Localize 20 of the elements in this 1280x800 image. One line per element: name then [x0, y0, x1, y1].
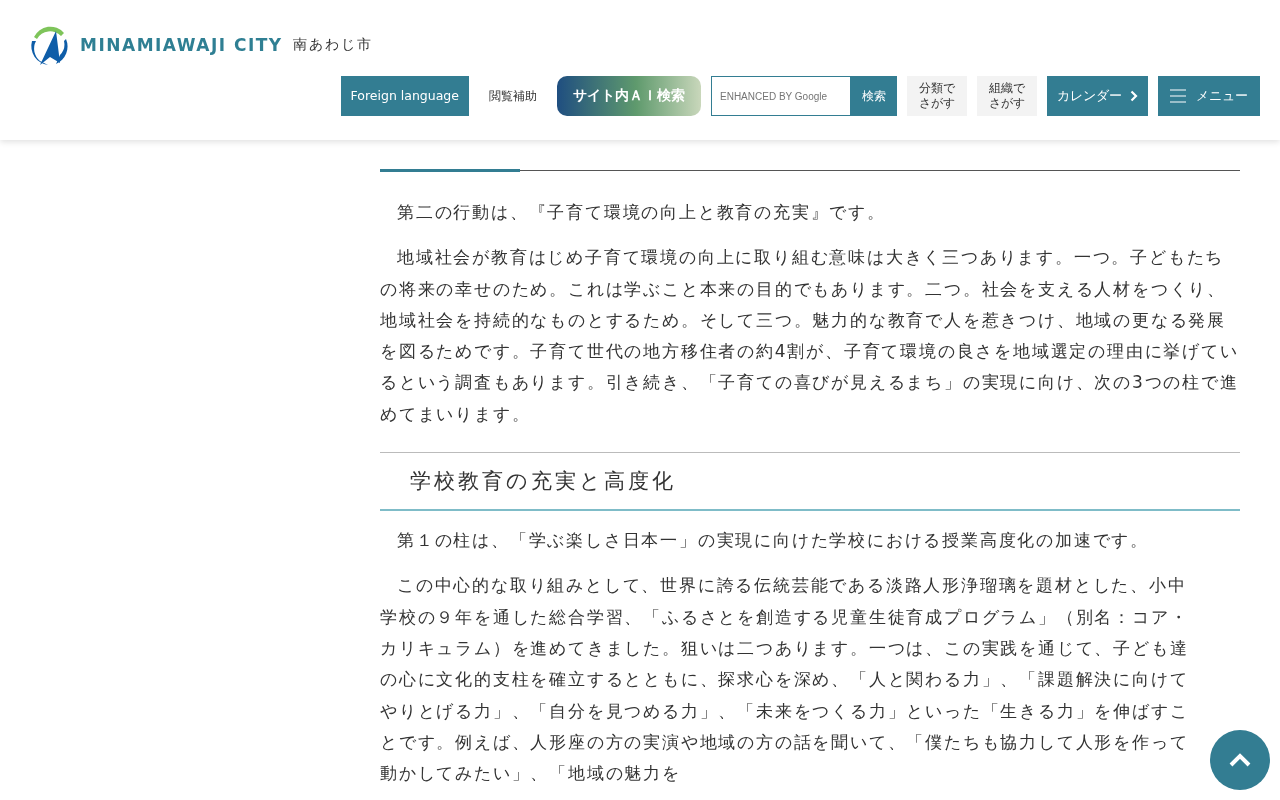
chevron-right-icon	[1130, 90, 1138, 102]
search-button[interactable]: 検索	[851, 76, 897, 116]
paragraph: 第１の柱は、「学ぶ楽しさ日本一」の実現に向けた学校における授業高度化の加速です。	[396, 529, 1150, 553]
paragraph: 第二の行動は、『子育て環境の向上と教育の充実』です。	[396, 201, 887, 224]
nav-button[interactable]: 組織でさがす	[977, 76, 1037, 116]
ai-search-button[interactable]: サイト内ＡＩ検索	[557, 76, 701, 116]
logo-subtext: 南あわじ市	[292, 36, 373, 54]
nav-button[interactable]: 分類でさがす	[907, 76, 967, 116]
search-field[interactable]: ENHANCED BY Google	[711, 76, 851, 116]
subsection-heading: 学校教育の充実と高度化	[380, 452, 1240, 512]
calendar-button[interactable]: カレンダー	[1047, 76, 1148, 116]
nav-button[interactable]: Foreign language	[340, 76, 469, 116]
logo-text: MINAMIAWAJI CITY	[80, 35, 283, 55]
menu-button[interactable]: メニュー	[1158, 76, 1260, 116]
menu-icon	[1170, 88, 1186, 104]
paragraph: この中心的な取り組みとして、世界に誇る伝統芸能である淡路人形浄瑠璃を題材とした、小中学校の９年を通した総合学習、「ふるさとを創造する児童生徒育成プログラム」（別名：コア・カリキュラム）を進めてきました。狙いは二つあります。一つは、この実践を通じて、子ども達の心に文化的支柱を確立するとともに、探求心を深め、「人と関わる力」、「課題解決に向けてやりとげる力」、「自分を見つめる力」、「未来をつくる力」といった「生きる力」を伸ばすことです。例えば、人形座の方の実演や地域の方の話を聞いて、「僕たちも協力して人形を作って動かしてみたい」、「地域の魅力を	[380, 574, 1190, 786]
paragraph: 地域社会が教育はじめ子育て環境の向上に取り組む意味は大きく三つあります。一つ。子どもたちの将来の幸せのため。これは学ぶこと本来の目的でもあります。二つ。社会を支える人材をつくり、地域社会を持続的なものとするため。そして三つ。魅力的な教育で人を惹きつけ、地域の更なる発展を図るためです。子育て世代の地方移住者の約4割が、子育て環境の良さを地域選定の理由に挙げているという調査もあります。引き続き、「子育ての喜びが見えるまち」の実現に向け、次の3つの柱で進めてまいります。	[380, 246, 1240, 426]
back-to-top-button[interactable]	[1210, 730, 1270, 790]
accessibility-link[interactable]: 閲覧補助	[479, 76, 547, 116]
chevron-up-icon	[1229, 753, 1251, 767]
